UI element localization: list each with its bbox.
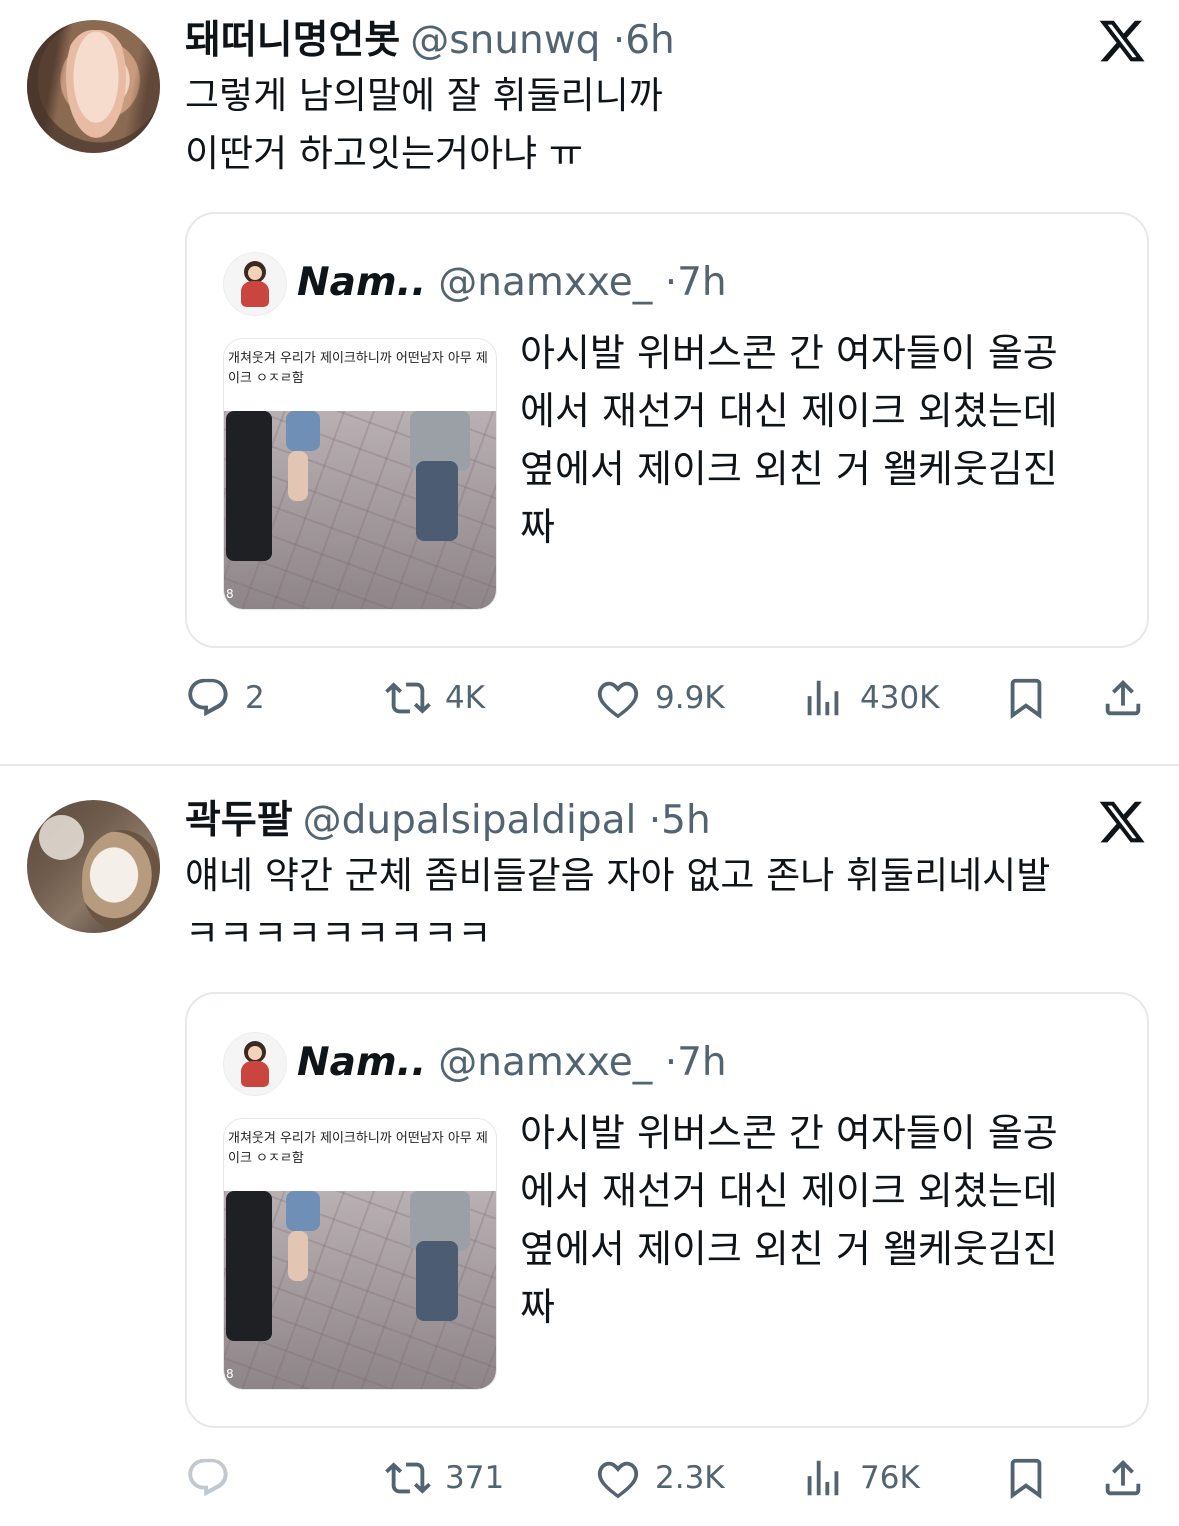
quoted-time[interactable]: 7h xyxy=(677,1040,727,1085)
views-count: 76K xyxy=(860,1460,920,1496)
thumbnail-photo: 8 xyxy=(224,1191,496,1389)
share-icon xyxy=(1105,1459,1141,1496)
x-logo-icon xyxy=(1099,801,1145,843)
avatar[interactable] xyxy=(27,800,160,933)
quoted-text: 아시발 위버스콘 간 여자들이 올공 에서 재선거 대신 제이크 외쳤는데 옆에… xyxy=(520,1111,1058,1329)
share-button[interactable] xyxy=(1100,1448,1146,1508)
reply-button[interactable] xyxy=(185,1448,245,1508)
like-button[interactable]: 2.3K xyxy=(595,1448,725,1508)
tweet-time[interactable]: 5h xyxy=(661,798,711,843)
tweet-divider xyxy=(0,764,1179,766)
reply-icon xyxy=(188,1458,228,1497)
bookmark-icon xyxy=(1010,1458,1042,1499)
thumbnail-counter: 8 xyxy=(226,1367,234,1381)
media-thumbnail[interactable]: 개쳐웃겨 우리가 제이크하니까 어떤남자 아무 제이크 ㅇㅈㄹ함 8 xyxy=(223,1118,497,1390)
separator-dot: · xyxy=(648,798,662,843)
quoted-header: Nam.. @namxxe_ ·7h xyxy=(297,1039,727,1087)
heart-icon xyxy=(597,1461,639,1499)
author-handle[interactable]: @dupalsipaldipal ·5h xyxy=(303,798,711,843)
retweet-count: 371 xyxy=(445,1460,505,1496)
views-button[interactable]: 76K xyxy=(800,1448,920,1508)
views-icon xyxy=(807,1460,839,1496)
retweet-icon xyxy=(385,1462,431,1494)
tweet-header: 곽두팔 @dupalsipaldipal ·5h xyxy=(185,797,711,845)
thumbnail-caption: 개쳐웃겨 우리가 제이크하니까 어떤남자 아무 제이크 ㅇㅈㄹ함 xyxy=(228,1131,488,1166)
action-bar: 371 2.3K 76K xyxy=(185,1448,1149,1508)
quoted-author-name[interactable]: Nam.. xyxy=(297,1040,426,1085)
quoted-tweet[interactable]: Nam.. @namxxe_ ·7h 개쳐웃겨 우리가 제이크하니까 어떤남자 아… xyxy=(185,992,1149,1428)
like-count: 2.3K xyxy=(655,1460,725,1496)
retweet-button[interactable]: 371 xyxy=(385,1448,504,1508)
quoted-avatar[interactable] xyxy=(223,1032,287,1096)
bookmark-button[interactable] xyxy=(1003,1448,1049,1508)
tweet-text: 얘네 약간 군체 좀비들같음 자아 없고 존나 휘둘리네시발 ㅋㅋㅋㅋㅋㅋㅋㅋㅋ xyxy=(185,854,1051,955)
quoted-author-handle[interactable]: @namxxe_ ·7h xyxy=(438,1040,726,1085)
tweet[interactable]: 곽두팔 @dupalsipaldipal ·5h 얘네 약간 군체 좀비들같음 자… xyxy=(0,0,1179,1499)
author-name[interactable]: 곽두팔 xyxy=(185,798,293,843)
